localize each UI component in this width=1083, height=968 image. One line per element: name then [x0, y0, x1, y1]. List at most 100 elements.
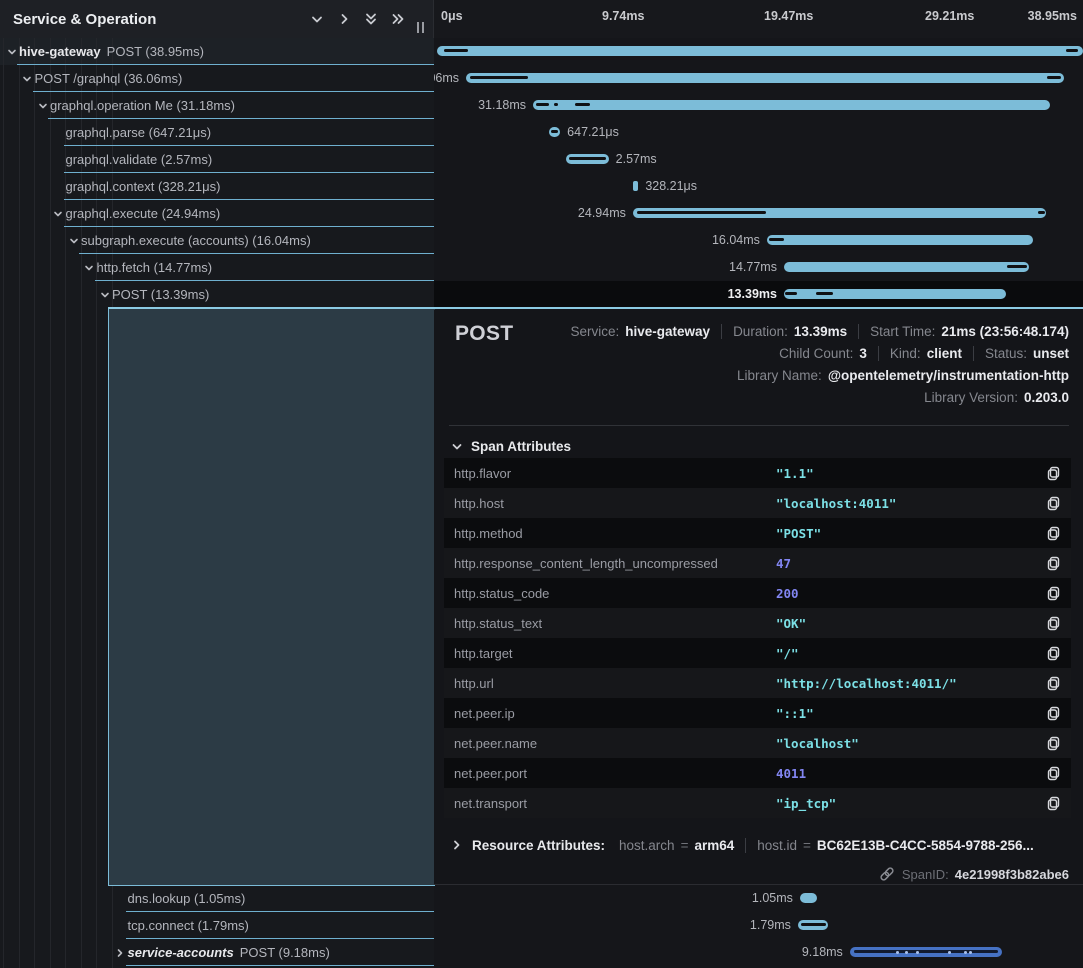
copy-icon[interactable] [1035, 796, 1071, 811]
attribute-value: "localhost:4011" [776, 496, 1035, 511]
library-name-label: Library Name: [737, 368, 822, 383]
span-bar[interactable] [633, 181, 638, 191]
timeline-row[interactable]: 328.21μs [434, 173, 1083, 200]
copy-icon[interactable] [1035, 586, 1071, 601]
tree-header-icons [308, 10, 407, 28]
span-bar[interactable] [800, 893, 817, 903]
copy-icon[interactable] [1035, 616, 1071, 631]
attribute-value: "http://localhost:4011/" [776, 676, 1035, 691]
divider [878, 346, 879, 361]
self-time-mark [1038, 211, 1045, 214]
attribute-key: http.url [444, 676, 776, 691]
span-tree-row[interactable]: graphql.parse (647.21μs) [0, 119, 434, 146]
trace-viewer: 36.06ms31.18ms647.21μs2.57ms328.21μs24.9… [0, 0, 1083, 968]
span-detail-row-fill[interactable] [108, 309, 435, 886]
self-time-mark [536, 103, 548, 106]
span-tree-row[interactable]: POST /graphql (36.06ms) [0, 65, 434, 92]
divider [449, 425, 1069, 426]
chevron-right-icon[interactable] [335, 10, 353, 28]
pane-resize-handle[interactable] [417, 22, 427, 34]
chevron-down-icon[interactable] [308, 10, 326, 28]
timeline-row[interactable]: 16.04ms [434, 227, 1083, 254]
tree-header-title: Service & Operation [13, 11, 156, 28]
span-bar[interactable] [466, 73, 1064, 83]
span-bar[interactable] [784, 289, 1006, 299]
span-bar[interactable] [798, 920, 828, 930]
span-tree-row[interactable]: graphql.execute (24.94ms) [0, 200, 434, 227]
span-tree-row[interactable]: dns.lookup (1.05ms) [0, 885, 434, 912]
timeline-row[interactable]: 24.94ms [434, 200, 1083, 227]
copy-icon[interactable] [1035, 466, 1071, 481]
timeline-row[interactable]: 13.39ms [434, 281, 1083, 308]
copy-icon[interactable] [1035, 526, 1071, 541]
timeline-row[interactable]: 1.79ms [434, 912, 1083, 939]
copy-icon[interactable] [1035, 646, 1071, 661]
operation-name: http.fetch (14.77ms) [97, 260, 213, 275]
span-title: POST [455, 322, 513, 346]
chevron-down-icon[interactable] [51, 206, 66, 221]
span-bar[interactable] [784, 262, 1029, 272]
self-time-mark [575, 103, 591, 106]
attribute-row: http.response_content_length_uncompresse… [444, 548, 1071, 578]
chevron-down-icon[interactable] [66, 233, 81, 248]
span-bar[interactable] [566, 154, 609, 164]
chevron-down-icon[interactable] [82, 260, 97, 275]
resource-attributes-toggle[interactable]: Resource Attributes: host.arch = arm64 h… [451, 834, 1034, 856]
span-duration-label: 9.18ms [802, 939, 843, 966]
copy-icon[interactable] [1035, 676, 1071, 691]
copy-icon[interactable] [1035, 496, 1071, 511]
span-bar[interactable] [533, 100, 1050, 110]
span-duration-label: 13.39ms [728, 281, 777, 308]
attribute-value: "/" [776, 646, 1035, 661]
copy-icon[interactable] [1035, 556, 1071, 571]
kind-value: client [927, 346, 962, 361]
timeline-row[interactable]: 2.57ms [434, 146, 1083, 173]
copy-icon[interactable] [1035, 706, 1071, 721]
timeline-row[interactable]: 1.05ms [434, 885, 1083, 912]
chevron-spacer [51, 179, 66, 194]
timeline-row[interactable]: 9.18ms [434, 939, 1083, 966]
span-bar[interactable] [850, 947, 1002, 957]
self-time-mark [1007, 265, 1027, 268]
span-bar[interactable] [767, 235, 1033, 245]
span-attributes-toggle[interactable]: Span Attributes [451, 439, 571, 454]
span-tree-row[interactable]: service-accountsPOST (9.18ms) [0, 939, 434, 966]
link-icon[interactable] [879, 866, 895, 882]
double-chevron-right-icon[interactable] [389, 10, 407, 28]
timeline-row[interactable]: 14.77ms [434, 254, 1083, 281]
chevron-down-icon[interactable] [35, 98, 50, 113]
span-duration-label: 2.57ms [616, 146, 657, 173]
timeline-row[interactable] [434, 38, 1083, 65]
span-tree-row[interactable]: subgraph.execute (accounts) (16.04ms) [0, 227, 434, 254]
timeline-row[interactable]: 36.06ms [434, 65, 1083, 92]
timeline-row[interactable]: 647.21μs [434, 119, 1083, 146]
start-time-value: 21ms (23:56:48.174) [941, 324, 1069, 339]
copy-icon[interactable] [1035, 766, 1071, 781]
attribute-row: http.status_code200 [444, 578, 1071, 608]
span-tree-row[interactable]: http.fetch (14.77ms) [0, 254, 434, 281]
span-tree-row[interactable]: graphql.context (328.21μs) [0, 173, 434, 200]
chevron-down-icon[interactable] [20, 71, 35, 86]
operation-name: POST (9.18ms) [240, 945, 330, 960]
span-duration-label: 1.05ms [752, 885, 793, 912]
copy-icon[interactable] [1035, 736, 1071, 751]
span-id-row: SpanID: 4e21998f3b82abe6 [879, 863, 1069, 885]
attribute-value: 4011 [776, 766, 1035, 781]
span-tree-row[interactable]: hive-gatewayPOST (38.95ms) [0, 38, 434, 65]
span-bar[interactable] [549, 127, 560, 137]
span-attributes-table: http.flavor"1.1"http.host"localhost:4011… [444, 458, 1071, 818]
self-time-mark [816, 292, 833, 295]
span-tree-row[interactable]: graphql.operation Me (31.18ms) [0, 92, 434, 119]
timeline-row[interactable]: 31.18ms [434, 92, 1083, 119]
span-tree-row[interactable]: graphql.validate (2.57ms) [0, 146, 434, 173]
span-tree-row[interactable]: tcp.connect (1.79ms) [0, 912, 434, 939]
span-bar[interactable] [633, 208, 1047, 218]
chevron-down-icon[interactable] [97, 287, 112, 302]
span-bar[interactable] [437, 46, 1083, 56]
attribute-row: http.flavor"1.1" [444, 458, 1071, 488]
chevron-right-icon[interactable] [113, 945, 128, 960]
double-chevron-down-icon[interactable] [362, 10, 380, 28]
span-tree-row[interactable]: POST (13.39ms) [0, 281, 434, 308]
chevron-down-icon[interactable] [4, 44, 19, 59]
divider [721, 324, 722, 339]
